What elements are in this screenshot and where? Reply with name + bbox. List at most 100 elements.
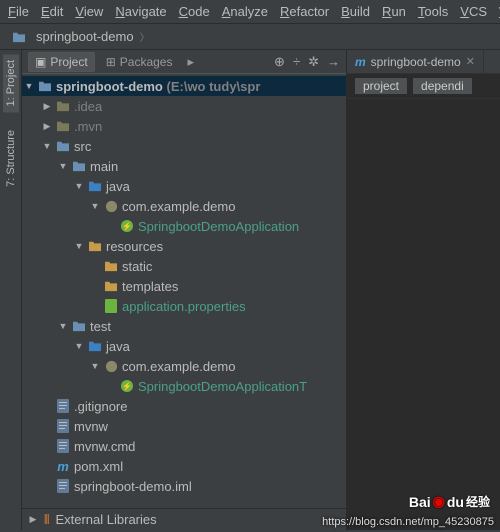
close-icon[interactable]: ✕ xyxy=(466,55,475,68)
tree-row[interactable]: templates xyxy=(22,276,346,296)
hide-icon[interactable]: → xyxy=(327,54,340,70)
menu-build[interactable]: Build xyxy=(341,4,370,19)
tree-label: .idea xyxy=(74,99,102,114)
tree-row[interactable]: src xyxy=(22,136,346,156)
tree-label: pom.xml xyxy=(74,459,123,474)
springboot-icon: ⚡ xyxy=(119,378,135,394)
menu-code[interactable]: Code xyxy=(179,4,210,19)
tree-label: mvnw xyxy=(74,419,108,434)
tree-row[interactable]: ⚡SpringbootDemoApplicationT xyxy=(22,376,346,396)
editor-crumb[interactable]: dependi xyxy=(413,78,472,94)
tree-label: com.example.demo xyxy=(122,359,235,374)
folder-res-icon xyxy=(103,258,119,274)
tree-row[interactable]: application.properties xyxy=(22,296,346,316)
project-tree[interactable]: springboot-demo (E:\wo tudy\spr .idea .mv… xyxy=(22,74,346,508)
panel-tab-project[interactable]: ▣ Project xyxy=(28,52,95,72)
tree-label: java xyxy=(106,339,130,354)
folder-blue-icon xyxy=(71,318,87,334)
tree-label: main xyxy=(90,159,118,174)
folder-icon xyxy=(11,29,27,45)
menu-analyze[interactable]: Analyze xyxy=(222,4,268,19)
breadcrumb: springboot-demo 〉 xyxy=(0,24,500,50)
tree-label: SpringbootDemoApplication xyxy=(138,219,299,234)
panel-toolbar: ⊕ ÷ ✲ → xyxy=(274,54,340,70)
main-area: 1: Project 7: Structure ▣ Project ⊞ Packa… xyxy=(0,50,500,530)
tree-label: static xyxy=(122,259,152,274)
gear-icon[interactable]: ✲ xyxy=(308,54,319,70)
menu-run[interactable]: Run xyxy=(382,4,406,19)
tree-row[interactable]: resources xyxy=(22,236,346,256)
tree-row[interactable]: mvnw xyxy=(22,416,346,436)
editor-tab[interactable]: m springboot-demo ✕ xyxy=(347,50,484,73)
expand-arrow-icon[interactable] xyxy=(74,341,84,351)
menu-refactor[interactable]: Refactor xyxy=(280,4,329,19)
expand-arrow-icon[interactable] xyxy=(90,201,100,211)
panel-tab-packages[interactable]: ⊞ Packages xyxy=(99,52,180,72)
editor-crumb[interactable]: project xyxy=(355,78,407,94)
folder-src-icon xyxy=(87,178,103,194)
project-tab-icon: ▣ xyxy=(35,55,46,69)
tree-row[interactable]: static xyxy=(22,256,346,276)
vertical-tab[interactable]: 1: Project xyxy=(3,54,19,112)
expand-arrow-icon[interactable] xyxy=(28,514,38,525)
package-icon xyxy=(103,198,119,214)
menu-bar: File Edit View Navigate Code Analyze Refactor B… xyxy=(0,0,500,24)
external-libraries[interactable]: ⫴ External Libraries xyxy=(22,508,346,530)
folder-blue-icon xyxy=(55,138,71,154)
tree-row[interactable]: test xyxy=(22,316,346,336)
tree-row[interactable]: .mvn xyxy=(22,116,346,136)
editor-area: m springboot-demo ✕ project dependi xyxy=(347,50,500,530)
tree-label: springboot-demo.iml xyxy=(74,479,192,494)
menu-file[interactable]: File xyxy=(8,4,29,19)
tree-label: mvnw.cmd xyxy=(74,439,135,454)
svg-text:⚡: ⚡ xyxy=(122,381,132,391)
expand-arrow-icon[interactable] xyxy=(42,141,52,151)
maven-icon: m xyxy=(355,55,366,69)
editor-tab-bar: m springboot-demo ✕ xyxy=(347,50,500,74)
external-libraries-label: External Libraries xyxy=(55,512,156,527)
project-panel-header: ▣ Project ⊞ Packages ▸ ⊕ ÷ ✲ → xyxy=(22,50,346,74)
tree-row[interactable]: .gitignore xyxy=(22,396,346,416)
target-icon[interactable]: ⊕ xyxy=(274,54,285,70)
chevron-right-icon[interactable]: ▸ xyxy=(187,54,194,70)
url-watermark: https://blog.csdn.net/mp_45230875 xyxy=(322,516,494,528)
tree-root[interactable]: springboot-demo (E:\wo tudy\spr xyxy=(22,76,346,96)
vertical-tab[interactable]: 7: Structure xyxy=(3,124,19,193)
tree-label: .mvn xyxy=(74,119,102,134)
tree-row[interactable]: java xyxy=(22,176,346,196)
collapse-icon[interactable]: ÷ xyxy=(293,54,300,70)
tree-row[interactable]: .idea xyxy=(22,96,346,116)
expand-arrow-icon[interactable] xyxy=(74,241,84,251)
expand-arrow-icon[interactable] xyxy=(90,361,100,371)
menu-navigate[interactable]: Navigate xyxy=(115,4,166,19)
code-editor[interactable] xyxy=(347,99,500,530)
folder-src-icon xyxy=(87,338,103,354)
tree-row[interactable]: main xyxy=(22,156,346,176)
libraries-icon: ⫴ xyxy=(44,512,49,528)
tree-row[interactable]: com.example.demo xyxy=(22,356,346,376)
expand-arrow-icon[interactable] xyxy=(58,161,68,171)
expand-arrow-icon[interactable] xyxy=(42,121,52,132)
folder-res-icon xyxy=(87,238,103,254)
tree-row[interactable]: mpom.xml xyxy=(22,456,346,476)
expand-arrow-icon[interactable] xyxy=(74,181,84,191)
folder-dim-icon xyxy=(55,118,71,134)
tree-row[interactable]: java xyxy=(22,336,346,356)
tree-row[interactable]: mvnw.cmd xyxy=(22,436,346,456)
tree-label: application.properties xyxy=(122,299,246,314)
tree-row[interactable]: com.example.demo xyxy=(22,196,346,216)
tree-label: src xyxy=(74,139,91,154)
tree-row[interactable]: springboot-demo.iml xyxy=(22,476,346,496)
menu-edit[interactable]: Edit xyxy=(41,4,63,19)
expand-arrow-icon[interactable] xyxy=(42,101,52,112)
panel-tab-label: Packages xyxy=(120,55,173,69)
menu-tools[interactable]: Tools xyxy=(418,4,448,19)
expand-arrow-icon[interactable] xyxy=(58,321,68,331)
menu-view[interactable]: View xyxy=(75,4,103,19)
chevron-right-icon: 〉 xyxy=(140,29,150,44)
module-icon xyxy=(37,78,53,94)
menu-vcs[interactable]: VCS xyxy=(460,4,487,19)
tree-row[interactable]: ⚡SpringbootDemoApplication xyxy=(22,216,346,236)
expand-arrow-icon[interactable] xyxy=(24,81,34,91)
folder-dim-icon xyxy=(55,98,71,114)
